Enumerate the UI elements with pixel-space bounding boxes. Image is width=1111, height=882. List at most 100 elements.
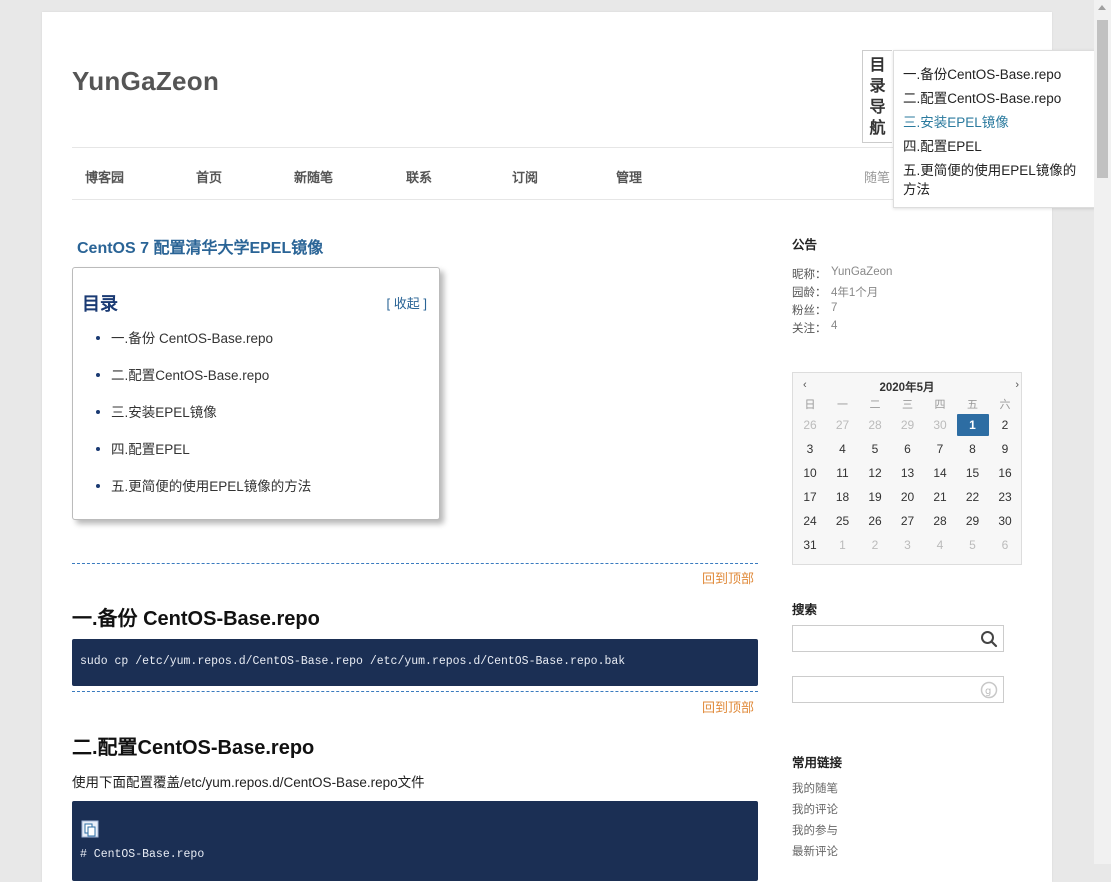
notice-following: 关注： 4 [792, 320, 837, 336]
toc-item-label: 一.备份 CentOS-Base.repo [111, 331, 274, 346]
calendar-day[interactable]: 23 [989, 486, 1021, 508]
calendar-day[interactable]: 10 [794, 462, 826, 484]
toc-item-label: 四.配置EPEL [111, 442, 190, 457]
nav-item-manage[interactable]: 管理 [616, 167, 642, 186]
search-heading: 搜索 [792, 603, 818, 617]
link-latest-comments[interactable]: 最新评论 [792, 843, 838, 859]
google-search-input[interactable]: g [792, 676, 1004, 703]
nav-item-subscribe[interactable]: 订阅 [512, 167, 538, 186]
blog-search-input[interactable] [792, 625, 1004, 652]
nav-item-home[interactable]: 首页 [196, 167, 222, 186]
nav-item-cnblogs[interactable]: 博客园 [85, 167, 124, 186]
floating-toc-panel: 一.备份CentOS-Base.repo 二.配置CentOS-Base.rep… [893, 50, 1096, 208]
calendar-day[interactable]: 19 [859, 486, 891, 508]
calendar-day[interactable]: 31 [794, 534, 826, 556]
calendar-day[interactable]: 3 [794, 438, 826, 460]
notice-followers: 粉丝： 7 [792, 302, 837, 318]
calendar-day[interactable]: 26 [859, 510, 891, 532]
calendar-weekday: 一 [837, 399, 848, 411]
calendar-day[interactable]: 7 [924, 438, 956, 460]
nickname-link[interactable]: YunGaZeon [831, 266, 892, 278]
calendar-day[interactable]: 5 [859, 438, 891, 460]
calendar-day[interactable]: 21 [924, 486, 956, 508]
bullet-icon [96, 410, 100, 414]
calendar-weekday: 三 [902, 399, 913, 411]
calendar-day[interactable]: 13 [892, 462, 924, 484]
code-block: # CentOS-Base.repo [72, 801, 758, 881]
page-scrollbar[interactable] [1094, 0, 1111, 864]
tab-char: 目 [869, 57, 886, 74]
link-my-participation[interactable]: 我的参与 [792, 822, 838, 838]
followers-link[interactable]: 7 [831, 302, 837, 314]
calendar-day[interactable]: 27 [892, 510, 924, 532]
calendar-day[interactable]: 4 [827, 438, 859, 460]
toc-heading: 目录 [82, 294, 118, 314]
section-heading: 二.配置CentOS-Base.repo [72, 737, 315, 759]
calendar-day[interactable]: 2 [989, 414, 1021, 436]
toc-item[interactable]: 四.配置EPEL [93, 431, 311, 468]
post-title[interactable]: CentOS 7 配置清华大学EPEL镜像 [77, 234, 323, 258]
floating-toc-tab[interactable]: 目 录 导 航 [862, 50, 892, 143]
back-to-top-link[interactable]: 回到顶部 [702, 697, 754, 716]
calendar-weekday: 日 [804, 399, 816, 411]
toc-item[interactable]: 五.更简便的使用EPEL镜像的方法 [93, 468, 311, 505]
toc-item[interactable]: 一.备份 CentOS-Base.repo [93, 320, 311, 357]
bullet-icon [96, 373, 100, 377]
toc-collapse-button[interactable]: [ 收起 ] [387, 293, 427, 312]
notice-key: 园龄： [792, 287, 827, 299]
calendar-day: 29 [900, 418, 915, 432]
link-my-comments[interactable]: 我的评论 [792, 801, 838, 817]
calendar-day[interactable]: 8 [957, 438, 989, 460]
search-icon[interactable] [980, 630, 998, 653]
calendar-day[interactable]: 24 [794, 510, 826, 532]
calendar-day[interactable]: 15 [957, 462, 989, 484]
toc-item-label: 三.安装EPEL镜像 [111, 405, 217, 420]
calendar-day[interactable]: 29 [957, 510, 989, 532]
section-divider [72, 563, 758, 564]
calendar-day-today[interactable]: 1 [956, 414, 989, 436]
notice-key: 昵称： [792, 269, 827, 281]
scroll-up-icon[interactable] [1098, 5, 1106, 10]
nav-item-contact[interactable]: 联系 [406, 167, 432, 186]
calendar-day[interactable]: 22 [957, 486, 989, 508]
toc-item[interactable]: 三.安装EPEL镜像 [93, 394, 311, 431]
code-text: sudo cp /etc/yum.repos.d/CentOS-Base.rep… [80, 655, 626, 668]
calendar-day[interactable]: 14 [924, 462, 956, 484]
following-link[interactable]: 4 [831, 320, 837, 332]
calendar-day[interactable]: 20 [892, 486, 924, 508]
link-my-posts[interactable]: 我的随笔 [792, 780, 838, 796]
calendar-day[interactable]: 17 [794, 486, 826, 508]
calendar-day: 6 [1001, 538, 1009, 552]
floating-toc-item[interactable]: 四.配置EPEL [903, 137, 1088, 156]
bullet-icon [96, 447, 100, 451]
calendar-day[interactable]: 12 [859, 462, 891, 484]
tab-char: 录 [869, 78, 886, 95]
calendar-day[interactable]: 18 [827, 486, 859, 508]
back-to-top-link[interactable]: 回到顶部 [702, 568, 754, 587]
scrollbar-thumb[interactable] [1097, 20, 1108, 178]
section-text: 使用下面配置覆盖/etc/yum.repos.d/CentOS-Base.rep… [72, 775, 425, 790]
calendar-day[interactable]: 25 [827, 510, 859, 532]
calendar-day[interactable]: 9 [989, 438, 1021, 460]
calendar-day[interactable]: 16 [989, 462, 1021, 484]
toc-item[interactable]: 二.配置CentOS-Base.repo [93, 357, 311, 394]
floating-toc-item-active[interactable]: 三.安装EPEL镜像 [903, 113, 1088, 132]
floating-toc-item[interactable]: 五.更简便的使用EPEL镜像的方法 [903, 161, 1088, 199]
calendar-day[interactable]: 11 [827, 462, 859, 484]
calendar-day: 4 [936, 538, 944, 552]
google-search-icon[interactable]: g [980, 681, 998, 704]
calendar-day: 3 [904, 538, 911, 552]
section-divider [72, 691, 758, 692]
calendar-day[interactable]: 28 [924, 510, 956, 532]
blog-title[interactable]: YunGaZeon [72, 66, 219, 97]
notice-heading: 公告 [792, 238, 818, 252]
copy-code-icon[interactable] [81, 820, 99, 842]
floating-toc-item[interactable]: 一.备份CentOS-Base.repo [903, 65, 1088, 84]
notice-key: 关注： [792, 323, 827, 335]
nav-item-new-post[interactable]: 新随笔 [294, 167, 333, 186]
age-link[interactable]: 4年1个月 [831, 284, 878, 300]
calendar-day[interactable]: 6 [892, 438, 924, 460]
calendar-next-icon[interactable]: › [1015, 379, 1019, 391]
floating-toc-item[interactable]: 二.配置CentOS-Base.repo [903, 89, 1088, 108]
calendar-day[interactable]: 30 [989, 510, 1021, 532]
